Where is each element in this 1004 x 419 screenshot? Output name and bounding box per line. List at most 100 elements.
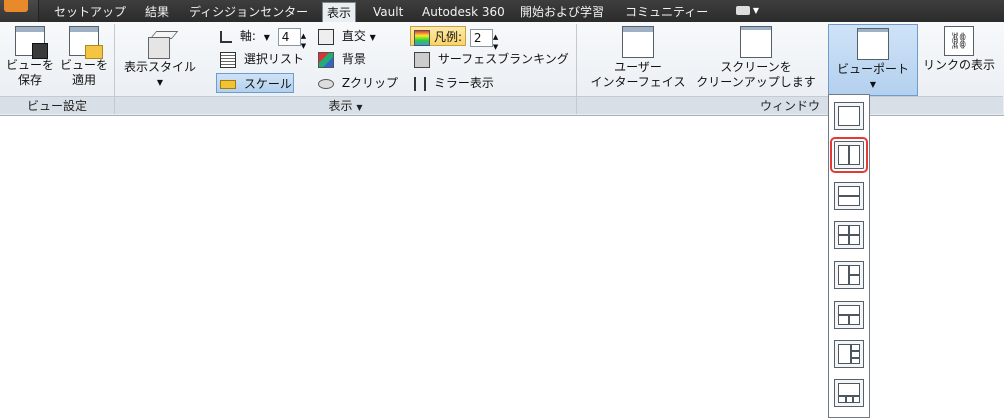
layout-cell — [849, 275, 860, 285]
surface-blanking-label: サーフェスブランキング — [437, 52, 569, 66]
tab-autodesk-360[interactable]: Autodesk 360 — [418, 2, 509, 22]
display-panel-label: 表示 — [328, 99, 353, 113]
axis-stepper[interactable] — [301, 26, 310, 56]
layout-three-left-split[interactable] — [834, 261, 864, 289]
layout-cell — [846, 396, 853, 403]
cube-icon — [145, 28, 179, 59]
layout-cell — [851, 358, 860, 364]
layout-two-horizontal[interactable] — [834, 182, 864, 210]
zclip-label: Zクリップ — [341, 76, 399, 90]
layout-cell — [849, 235, 860, 245]
layout-cell — [838, 265, 849, 285]
legend-control: 凡例: 2 — [410, 26, 502, 57]
layout-cell — [838, 225, 849, 235]
layout-cell — [838, 196, 860, 206]
chevron-down-icon[interactable]: ▼ — [356, 103, 362, 112]
legend-value-input[interactable]: 2 — [469, 28, 493, 47]
clean-screen-button[interactable]: スクリーンを クリーンアップします — [692, 26, 820, 90]
user-interface-icon — [622, 26, 654, 58]
clean-screen-icon — [740, 26, 772, 58]
scale-button[interactable]: スケール — [216, 73, 294, 93]
layout-single[interactable] — [834, 102, 864, 130]
panel-title-view-settings: ビュー設定 — [0, 96, 114, 114]
axis-icon — [220, 30, 232, 43]
zclip-icon — [318, 78, 334, 89]
panel-toggle-icon — [736, 6, 750, 15]
panel-title-display: 表示 ▼ — [115, 96, 576, 114]
user-interface-label-1: ユーザー — [614, 60, 662, 74]
tab-decision-center[interactable]: ディシジョンセンター — [185, 2, 312, 22]
background-label: 背景 — [341, 52, 366, 66]
user-interface-button[interactable]: ユーザー インターフェイス — [586, 26, 690, 90]
tab-vault[interactable]: Vault — [369, 2, 407, 22]
layout-three-top-split[interactable] — [834, 301, 864, 329]
layout-cell — [849, 265, 860, 275]
layout-left-big-three[interactable] — [834, 340, 864, 368]
display-style-button[interactable]: 表示スタイル ▼ — [120, 28, 200, 90]
select-list-button[interactable]: 選択リスト — [220, 49, 304, 69]
user-interface-label-2: インターフェイス — [590, 75, 686, 89]
panel-title-window: ウィンドウ — [577, 96, 1003, 114]
layout-cell — [851, 344, 860, 351]
clean-screen-label-2: クリーンアップします — [696, 75, 816, 89]
background-icon — [318, 51, 334, 68]
zclip-button[interactable]: Zクリップ — [318, 73, 398, 93]
layout-two-vertical[interactable] — [830, 137, 868, 173]
link-icon: ⛓ — [944, 26, 974, 56]
ribbon-tab-bar: セットアップ 結果 ディシジョンセンター 表示 Vault Autodesk 3… — [0, 0, 1004, 23]
chevron-down-icon[interactable]: ▼ — [264, 33, 270, 42]
legend-label: 凡例: — [434, 30, 463, 44]
apply-view-icon — [69, 26, 103, 59]
layout-cell — [838, 145, 849, 165]
legend-icon — [414, 29, 430, 46]
ortho-icon — [318, 28, 334, 45]
link-view-label: リンクの表示 — [922, 58, 995, 72]
axis-control: 軸: ▼ 4 — [220, 26, 310, 56]
ortho-button[interactable]: 直交 ▼ — [318, 26, 376, 46]
layout-cell — [838, 235, 849, 245]
save-view-button[interactable]: ビューを 保存 — [4, 26, 56, 88]
list-icon — [220, 51, 236, 68]
layout-cell — [849, 315, 860, 325]
legend-button[interactable]: 凡例: — [410, 26, 467, 46]
layout-cell — [838, 396, 846, 403]
legend-stepper[interactable] — [493, 27, 502, 57]
link-view-button[interactable]: ⛓ リンクの表示 — [920, 26, 998, 73]
panel-toggle-button[interactable]: ▼ — [736, 4, 764, 17]
axis-value-input[interactable]: 4 — [277, 27, 301, 46]
surface-blanking-button[interactable]: サーフェスブランキング — [414, 49, 569, 69]
save-view-label-1: ビューを — [5, 58, 54, 72]
layout-cell — [849, 225, 860, 235]
viewport-label: ビューポート — [836, 62, 909, 76]
scale-label: スケール — [243, 77, 292, 91]
tab-view[interactable]: 表示 — [322, 2, 357, 23]
mirror-button[interactable]: ミラー表示 — [414, 73, 494, 93]
chevron-down-icon: ▼ — [752, 6, 760, 15]
tab-setup[interactable]: セットアップ — [50, 2, 130, 22]
save-view-icon — [15, 26, 48, 59]
application-menu-button[interactable] — [0, 0, 39, 22]
apply-view-button[interactable]: ビューを 適用 — [58, 26, 110, 88]
clean-screen-label-1: スクリーンを — [720, 60, 792, 74]
layout-cell — [838, 344, 851, 364]
ortho-label: 直交 — [341, 29, 366, 43]
surface-blanking-icon — [414, 51, 430, 68]
tab-results[interactable]: 結果 — [141, 2, 173, 22]
axis-label: 軸: — [239, 29, 256, 43]
layout-bottom-three[interactable] — [834, 379, 864, 407]
tab-getting-started[interactable]: 開始および学習 — [516, 2, 608, 22]
viewport-icon — [857, 28, 889, 60]
viewport-layout-menu — [828, 94, 870, 418]
tab-community[interactable]: コミュニティー — [621, 2, 712, 22]
viewport-button[interactable]: ビューポート ▼ — [828, 24, 918, 96]
mirror-label: ミラー表示 — [433, 76, 494, 90]
background-button[interactable]: 背景 — [318, 49, 366, 69]
layout-cell — [851, 351, 860, 358]
display-style-label: 表示スタイル — [123, 60, 196, 74]
mirror-icon — [414, 76, 426, 91]
layout-cell — [853, 396, 860, 403]
layout-cell — [838, 315, 849, 325]
layout-cell — [838, 186, 860, 196]
layout-four-grid[interactable] — [834, 221, 864, 249]
layout-cell — [849, 145, 860, 165]
